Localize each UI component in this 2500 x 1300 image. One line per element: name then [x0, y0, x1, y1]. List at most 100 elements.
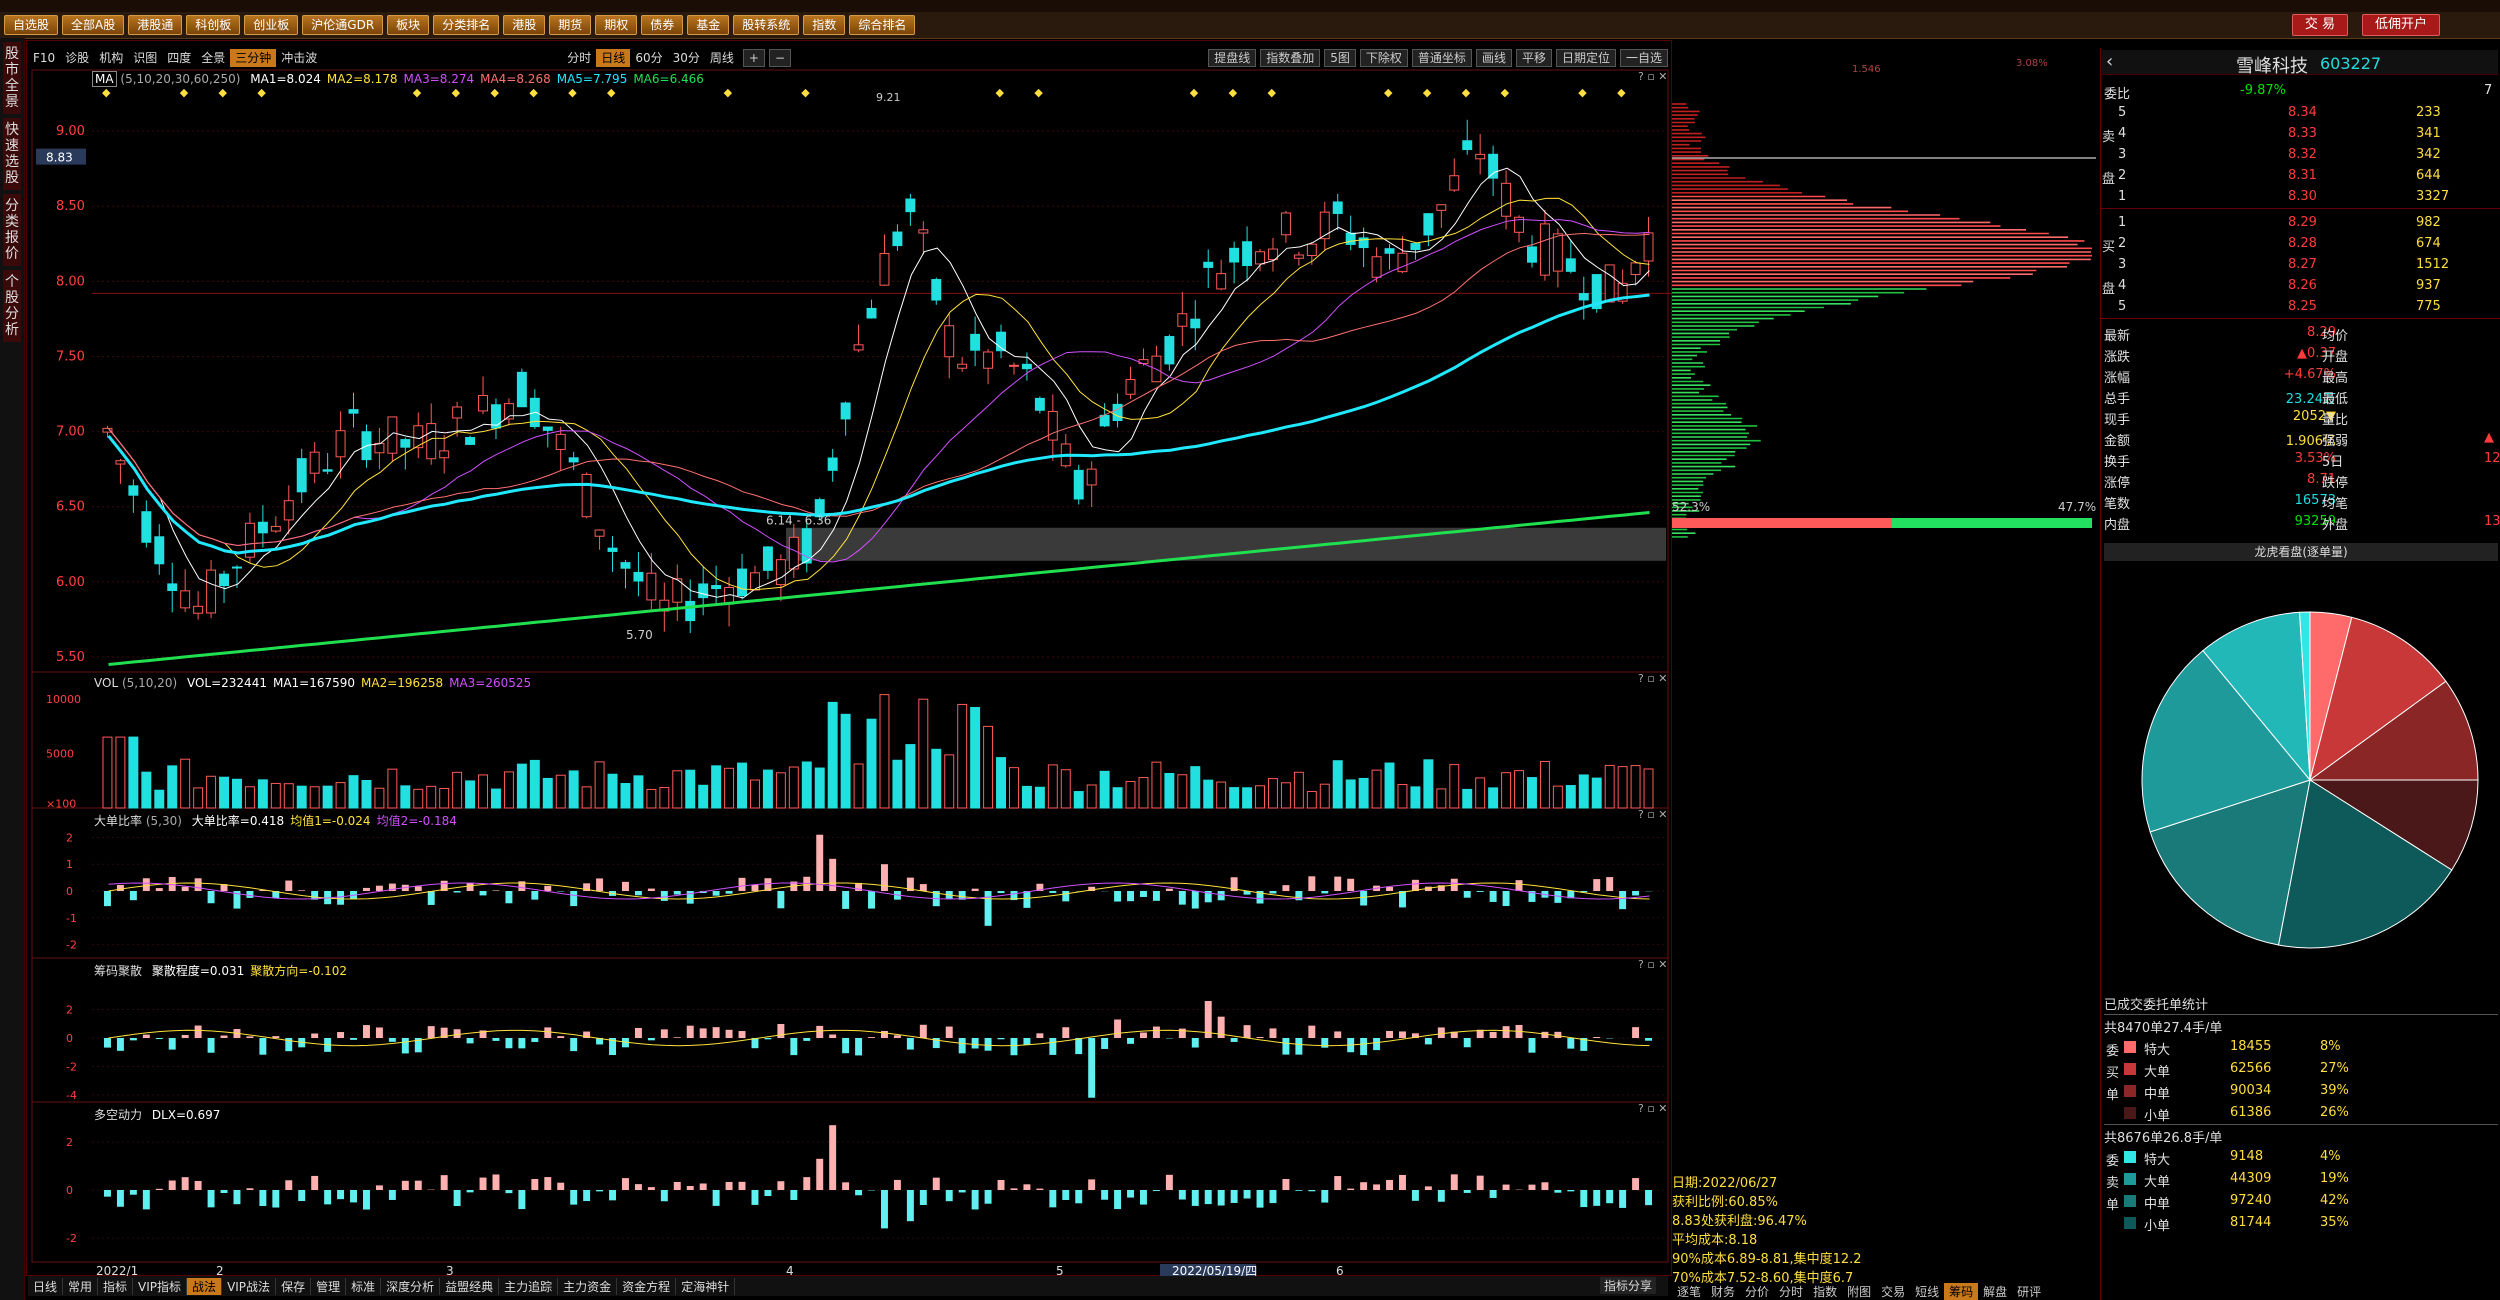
chip-tab-3[interactable]: 分时 [1774, 1283, 1808, 1300]
toolbar-item-7[interactable]: 冲击波 [276, 49, 322, 67]
big-order-indicator-name[interactable]: 大单比率 [94, 814, 142, 828]
chip-tab-8[interactable]: 筹码 [1944, 1283, 1979, 1300]
toolbar-item-6[interactable]: 三分钟 [230, 49, 277, 67]
toolbar-item-2[interactable]: 机构 [94, 49, 128, 67]
toolbar-item-1[interactable]: 诊股 [60, 49, 94, 67]
bottom-tab-8[interactable]: 深度分析 [381, 1277, 441, 1295]
dlx-indicator-name[interactable]: 多空动力 [94, 1108, 142, 1122]
toolbar-right-4[interactable]: 普通坐标 [1411, 49, 1472, 67]
open-account-button[interactable]: 低佣开户 [2361, 14, 2440, 36]
bottom-tab-5[interactable]: 保存 [276, 1277, 312, 1295]
nav-button-8[interactable]: 港股 [503, 15, 546, 35]
trade-button[interactable]: 交 易 [2291, 14, 2348, 36]
nav-button-1[interactable]: 全部A股 [62, 15, 125, 35]
chip-tab-1[interactable]: 财务 [1706, 1283, 1740, 1300]
bottom-tab-11[interactable]: 主力资金 [558, 1277, 618, 1295]
candle-body [322, 469, 333, 472]
nav-button-13[interactable]: 股转系统 [733, 15, 800, 35]
period-tab-2[interactable]: 60分 [630, 49, 667, 67]
nav-button-15[interactable]: 综合排名 [849, 15, 916, 35]
order-sell-4[interactable]: 4 8.33 341 [2100, 123, 2500, 144]
bottom-tab-9[interactable]: 益盟经典 [440, 1277, 500, 1295]
kline-chart[interactable]: ? ▫ ✕ ? ▫ ✕ ? ▫ ✕ ? ▫ ✕ ? ▫ ✕ 9.00 8.50 8.00 7.5… [26, 68, 1672, 1278]
nav-button-11[interactable]: 债券 [641, 15, 684, 35]
bottom-tab-7[interactable]: 标准 [346, 1277, 382, 1295]
nav-button-14[interactable]: 指数 [803, 15, 846, 35]
nav-button-4[interactable]: 创业板 [244, 15, 299, 35]
toolbar-item-5[interactable]: 全景 [196, 49, 230, 67]
dl-bar [1308, 1190, 1316, 1192]
toolbar-right-5[interactable]: 画线 [1475, 49, 1512, 67]
order-buy-5[interactable]: 5 8.25 775 [2100, 296, 2500, 317]
nav-button-7[interactable]: 分类排名 [433, 15, 500, 35]
toolbar-right-3[interactable]: 下除权 [1359, 49, 1408, 67]
bottom-tab-10[interactable]: 主力追踪 [499, 1277, 559, 1295]
chip-tab-4[interactable]: 指数 [1808, 1283, 1842, 1300]
period-tab-3[interactable]: 30分 [668, 49, 705, 67]
panel-ctrl-vol[interactable]: ? ▫ ✕ [1638, 672, 1668, 685]
toolbar-right-8[interactable]: 一自选 [1619, 49, 1668, 67]
order-buy-1[interactable]: 1 8.29 982 [2100, 212, 2500, 233]
order-buy-4[interactable]: 4 8.26 937 [2100, 275, 2500, 296]
nav-button-12[interactable]: 基金 [687, 15, 730, 35]
left-tab-3[interactable]: 个股分析 [3, 270, 21, 342]
order-sell-1[interactable]: 1 8.30 3327 [2100, 186, 2500, 207]
toolbar-right-2[interactable]: 5图 [1324, 49, 1356, 67]
order-sell-5[interactable]: 5 8.34 233 [2100, 102, 2500, 123]
toolbar-item-4[interactable]: 四度 [162, 49, 196, 67]
toolbar-item-3[interactable]: 识图 [128, 49, 162, 67]
bottom-tab-12[interactable]: 资金方程 [617, 1277, 677, 1295]
nav-button-9[interactable]: 期货 [549, 15, 592, 35]
chip-tab-7[interactable]: 短线 [1910, 1283, 1944, 1300]
toolbar-right-7[interactable]: 日期定位 [1555, 49, 1616, 67]
bottom-tab-0[interactable]: 常用 [63, 1277, 99, 1295]
order-sell-2[interactable]: 2 8.31 644 [2100, 165, 2500, 186]
left-tab-2[interactable]: 分类报价 [3, 194, 21, 266]
zoom-in-button[interactable]: + [742, 49, 765, 67]
panel-ctrl-dl[interactable]: ? ▫ ✕ [1638, 1102, 1668, 1115]
toolbar-right-0[interactable]: 提盘线 [1208, 49, 1257, 67]
chip-tab-2[interactable]: 分价 [1740, 1283, 1774, 1300]
order-buy-3[interactable]: 3 8.27 1512 [2100, 254, 2500, 275]
nav-button-10[interactable]: 期权 [595, 15, 638, 35]
order-sell-3[interactable]: 3 8.32 342 [2100, 144, 2500, 165]
toolbar-right-6[interactable]: 平移 [1515, 49, 1552, 67]
bottom-tab-4[interactable]: VIP战法 [222, 1277, 277, 1295]
period-tab-1[interactable]: 日线 [596, 49, 631, 67]
zoom-out-button[interactable]: − [768, 49, 792, 67]
ma-indicator-name[interactable]: MA [92, 71, 117, 87]
vol-values: VOL=232441 MA1=167590 MA2=196258 MA3=260525 [181, 676, 531, 690]
toolbar-item-0[interactable]: F10 [28, 49, 60, 67]
dl-bar [337, 1190, 345, 1200]
panel-ctrl-main[interactable]: ? ▫ ✕ [1638, 70, 1668, 83]
nav-button-2[interactable]: 港股通 [128, 15, 183, 35]
order-buy-2[interactable]: 2 8.28 674 [2100, 233, 2500, 254]
toolbar-right-1[interactable]: 指数叠加 [1260, 49, 1321, 67]
period-label[interactable]: 日线 [28, 1277, 64, 1295]
nav-button-0[interactable]: 自选股 [4, 15, 59, 35]
nav-button-3[interactable]: 科创板 [186, 15, 241, 35]
bottom-tab-13[interactable]: 定海神针 [676, 1277, 736, 1295]
vol-indicator-name[interactable]: VOL [94, 676, 118, 690]
chip-tab-10[interactable]: 研评 [2012, 1283, 2046, 1300]
nav-button-6[interactable]: 板块 [387, 15, 430, 35]
bottom-tab-1[interactable]: 指标 [98, 1277, 134, 1295]
left-tab-0[interactable]: 股市全景 [3, 42, 21, 114]
bottom-tab-6[interactable]: 管理 [311, 1277, 347, 1295]
chip-tab-9[interactable]: 解盘 [1978, 1283, 2012, 1300]
bo-bar [622, 881, 629, 891]
left-tab-1[interactable]: 快速选股 [3, 118, 21, 190]
chip-tab-6[interactable]: 交易 [1876, 1283, 1910, 1300]
panel-ctrl-bo[interactable]: ? ▫ ✕ [1638, 808, 1668, 821]
period-tab-4[interactable]: 周线 [705, 49, 739, 67]
back-arrow-icon[interactable]: ‹ [2106, 51, 2113, 72]
panel-ctrl-ch[interactable]: ? ▫ ✕ [1638, 958, 1668, 971]
bottom-tab-2[interactable]: VIP指标 [133, 1277, 188, 1295]
chip-tab-5[interactable]: 附图 [1842, 1283, 1876, 1300]
indicator-share-button[interactable]: 指标分享 [1600, 1277, 1657, 1294]
bottom-tab-3[interactable]: 战法 [187, 1277, 223, 1295]
nav-button-5[interactable]: 沪伦通GDR [302, 15, 384, 35]
chip-tab-0[interactable]: 逐笔 [1672, 1283, 1706, 1300]
chip-indicator-name[interactable]: 筹码聚散 [94, 964, 142, 978]
period-tab-0[interactable]: 分时 [562, 49, 596, 67]
